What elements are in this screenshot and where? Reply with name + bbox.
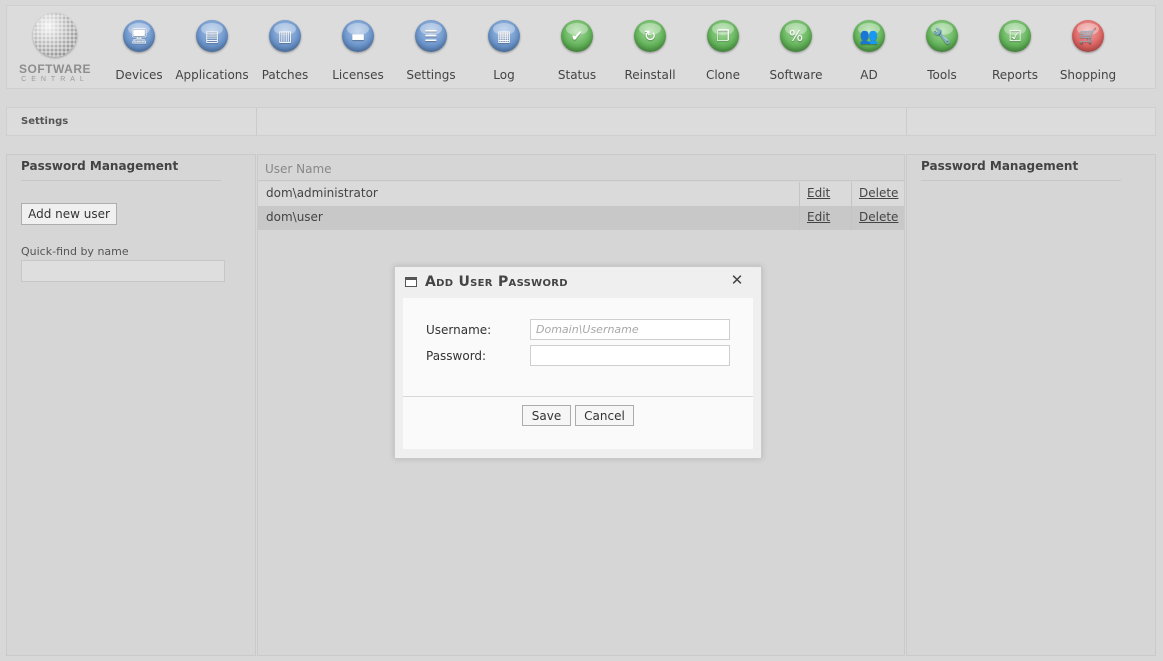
logo-subtext: CENTRAL xyxy=(21,76,89,83)
wrench-icon: 🔧 xyxy=(926,20,958,52)
book-icon-glyph: ▥ xyxy=(277,26,293,45)
cell-divider xyxy=(799,206,800,230)
breadcrumb-divider xyxy=(906,108,907,135)
copy-icon: ❐ xyxy=(707,20,739,52)
table-row[interactable]: dom\user Edit Delete xyxy=(258,206,904,230)
percent-icon: % xyxy=(780,20,812,52)
refresh-icon: ↻ xyxy=(634,20,666,52)
cart-icon-glyph: 🛒 xyxy=(1078,26,1098,45)
left-panel: Password Management Add new user Quick-f… xyxy=(6,154,256,656)
cancel-button[interactable]: Cancel xyxy=(575,405,634,426)
quick-find-input[interactable] xyxy=(21,260,225,282)
report-check-icon: ☑ xyxy=(999,20,1031,52)
license-icon: ▬ xyxy=(342,20,374,52)
user-name-cell: dom\user xyxy=(266,210,323,224)
close-icon[interactable]: ✕ xyxy=(729,272,745,288)
open-book-icon: ▦ xyxy=(488,20,520,52)
logo-globe-icon xyxy=(33,13,77,57)
table-row[interactable]: dom\administrator Edit Delete xyxy=(258,182,904,206)
open-book-icon-glyph: ▦ xyxy=(496,26,512,45)
delete-link[interactable]: Delete xyxy=(859,210,898,224)
edit-link[interactable]: Edit xyxy=(807,186,830,200)
dialog-body: Username: Password: Save Cancel xyxy=(403,298,753,449)
panel-divider xyxy=(921,180,1121,181)
refresh-icon-glyph: ↻ xyxy=(643,26,657,45)
username-label: Username: xyxy=(426,323,492,337)
dialog-divider xyxy=(403,396,753,397)
delete-link[interactable]: Delete xyxy=(859,186,898,200)
quick-find-label: Quick-find by name xyxy=(21,245,129,258)
logo-text: SOFTWARE xyxy=(19,62,91,76)
checkmark-icon: ✔ xyxy=(561,20,593,52)
checklist-icon: ☰ xyxy=(415,20,447,52)
username-input[interactable] xyxy=(530,319,730,340)
report-check-icon-glyph: ☑ xyxy=(1008,26,1022,45)
wrench-icon-glyph: 🔧 xyxy=(932,26,952,45)
nav-label: Shopping xyxy=(1059,68,1117,82)
users-icon: 👥 xyxy=(853,20,885,52)
users-icon-glyph: 👥 xyxy=(859,26,879,45)
column-header-user-name: User Name xyxy=(265,162,332,176)
cell-divider xyxy=(851,206,852,230)
license-icon-glyph: ▬ xyxy=(350,26,366,45)
panel-divider xyxy=(21,180,221,181)
window-icon xyxy=(405,277,417,287)
right-panel-title: Password Management xyxy=(921,159,1079,173)
cart-icon: 🛒 xyxy=(1072,20,1104,52)
left-panel-title: Password Management xyxy=(21,159,179,173)
checkmark-icon-glyph: ✔ xyxy=(570,26,584,45)
add-user-password-dialog: Add User Password ✕ Username: Password: … xyxy=(394,266,762,459)
breadcrumb-divider xyxy=(256,108,257,135)
edit-link[interactable]: Edit xyxy=(807,210,830,224)
percent-icon-glyph: % xyxy=(788,26,804,45)
breadcrumb: Settings xyxy=(21,116,69,127)
table-header: User Name xyxy=(258,155,904,181)
monitor-icon: 🖥 xyxy=(123,20,155,52)
password-input[interactable] xyxy=(530,345,730,366)
right-panel: Password Management xyxy=(906,154,1156,656)
monitor-icon-glyph: 🖥 xyxy=(129,26,149,45)
cell-divider xyxy=(799,182,800,206)
book-icon: ▥ xyxy=(269,20,301,52)
stack-icon: ▤ xyxy=(196,20,228,52)
nav-shopping[interactable]: 🛒 Shopping xyxy=(1048,18,1128,84)
checklist-icon-glyph: ☰ xyxy=(424,26,438,45)
top-toolbar: SOFTWARE CENTRAL 🖥 Devices ▤ Applications ▥ P… xyxy=(6,5,1156,89)
save-button[interactable]: Save xyxy=(522,405,571,426)
copy-icon-glyph: ❐ xyxy=(716,26,730,45)
breadcrumb-bar: Settings xyxy=(6,107,1156,136)
dialog-title: Add User Password xyxy=(425,274,568,290)
user-name-cell: dom\administrator xyxy=(266,186,378,200)
password-label: Password: xyxy=(426,349,487,363)
cell-divider xyxy=(851,182,852,206)
stack-icon-glyph: ▤ xyxy=(204,26,220,45)
add-new-user-button[interactable]: Add new user xyxy=(21,203,117,225)
software-central-logo[interactable]: SOFTWARE CENTRAL xyxy=(12,12,98,84)
